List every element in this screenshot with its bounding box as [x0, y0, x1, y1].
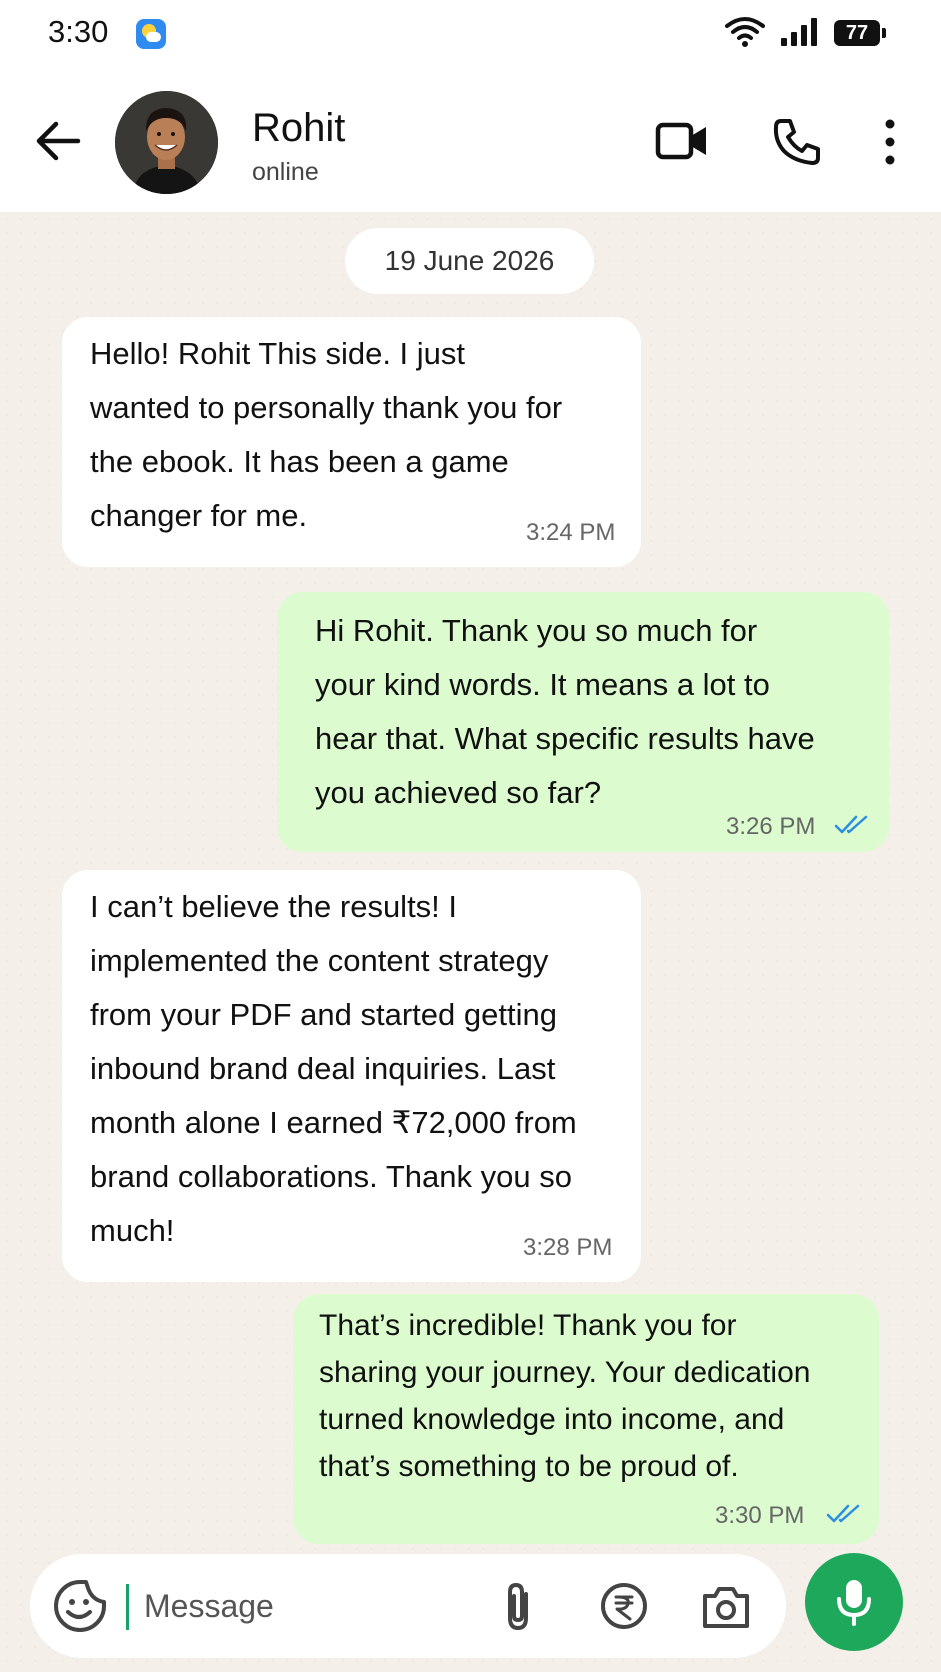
- contact-name[interactable]: Rohit: [252, 106, 345, 151]
- microphone-icon: [837, 1580, 871, 1626]
- message-text: I can’t believe the results! I implement…: [90, 889, 577, 1248]
- message-composer: [30, 1554, 786, 1658]
- incoming-message-bubble[interactable]: I can’t believe the results! I implement…: [62, 870, 641, 1282]
- emoji-sticker-icon[interactable]: [52, 1578, 108, 1634]
- contact-avatar[interactable]: [115, 91, 218, 194]
- chat-area[interactable]: 19 June 2026 Hello! Rohit This side. I j…: [0, 212, 941, 1672]
- message-input[interactable]: [144, 1580, 444, 1632]
- text-cursor: [126, 1584, 129, 1630]
- read-receipt-icon: [826, 1504, 860, 1523]
- more-options-icon[interactable]: [880, 118, 900, 166]
- wifi-icon: [725, 17, 765, 47]
- weather-notification-icon: [136, 19, 166, 49]
- back-arrow-icon[interactable]: [34, 118, 84, 164]
- video-call-icon[interactable]: [655, 119, 709, 163]
- read-receipt-icon: [834, 815, 868, 834]
- message-text: That’s incredible! Thank you for sharing…: [319, 1309, 811, 1483]
- outgoing-message-bubble[interactable]: Hi Rohit. Thank you so much for your kin…: [277, 592, 889, 852]
- status-bar: 3:30 77: [0, 0, 941, 70]
- camera-icon[interactable]: [700, 1584, 752, 1630]
- phone-call-icon[interactable]: [772, 117, 822, 167]
- message-text: Hi Rohit. Thank you so much for your kin…: [315, 613, 815, 810]
- chat-header: Rohit online: [0, 70, 941, 212]
- incoming-message-bubble[interactable]: Hello! Rohit This side. I just wanted to…: [62, 317, 641, 567]
- date-chip: 19 June 2026: [345, 228, 594, 294]
- message-time: 3:26 PM: [726, 813, 816, 840]
- voice-message-button[interactable]: [805, 1553, 903, 1651]
- attachment-paperclip-icon[interactable]: [496, 1580, 540, 1634]
- message-time: 3:28 PM: [523, 1234, 613, 1261]
- signal-strength-icon: [781, 18, 817, 46]
- message-text: Hello! Rohit This side. I just wanted to…: [90, 336, 563, 533]
- message-time: 3:30 PM: [715, 1502, 805, 1529]
- contact-status: online: [252, 158, 319, 186]
- rupee-payment-icon[interactable]: [600, 1582, 648, 1630]
- outgoing-message-bubble[interactable]: That’s incredible! Thank you for sharing…: [293, 1294, 879, 1544]
- message-time: 3:24 PM: [526, 519, 616, 546]
- battery-icon: 77: [834, 20, 886, 46]
- status-time: 3:30: [48, 14, 109, 49]
